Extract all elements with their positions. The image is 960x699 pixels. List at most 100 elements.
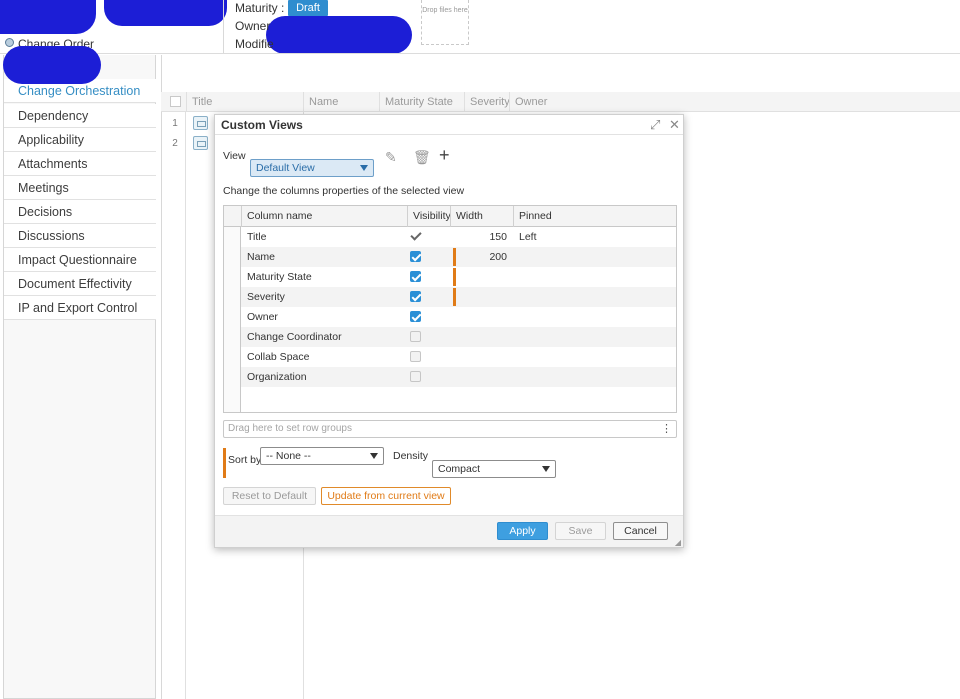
column-name-cell: Severity: [247, 291, 285, 303]
visibility-checkbox[interactable]: [410, 351, 421, 362]
density-label: Density: [393, 450, 429, 462]
sidebar-item-ip-export-control[interactable]: IP and Export Control: [4, 296, 156, 320]
sort-select[interactable]: -- None --: [260, 447, 384, 465]
column-name-cell: Title: [247, 231, 267, 243]
table-row-gutter: [224, 227, 241, 412]
chevron-down-icon: [542, 466, 550, 472]
change-action-icon[interactable]: [193, 136, 208, 150]
visibility-checkbox[interactable]: [410, 311, 421, 322]
header-width: Width: [450, 206, 513, 227]
column-name-cell: Maturity State: [247, 271, 312, 283]
grid-divider: [185, 112, 186, 699]
expand-icon[interactable]: ⤢: [650, 117, 660, 133]
header-pinned: Pinned: [513, 206, 676, 227]
sidebar-item-decisions[interactable]: Decisions: [4, 200, 156, 224]
modified-label: Modifie: [235, 37, 274, 51]
table-row[interactable]: Severity: [241, 287, 676, 307]
grid-col-severity[interactable]: Severity: [464, 92, 510, 112]
select-all-checkbox[interactable]: [170, 96, 181, 107]
redacted-block: [266, 16, 412, 54]
table-row[interactable]: Organization: [241, 367, 676, 387]
visibility-checkbox[interactable]: [410, 331, 421, 342]
visibility-checkbox[interactable]: [410, 291, 421, 302]
table-row[interactable]: Title 150 Left: [241, 227, 676, 247]
view-label: View: [223, 150, 246, 162]
change-action-icon[interactable]: [193, 116, 208, 130]
maturity-badge[interactable]: Draft: [288, 0, 328, 16]
sidebar-item-dependency[interactable]: Dependency: [4, 104, 156, 128]
header-column-name: Column name: [241, 206, 407, 227]
density-select-value: Compact: [438, 463, 481, 475]
sidebar-item-attachments[interactable]: Attachments: [4, 152, 156, 176]
chevron-down-icon: [370, 453, 378, 459]
table-row[interactable]: Owner: [241, 307, 676, 327]
resize-grip-icon[interactable]: ◢: [675, 538, 681, 547]
instructions-text: Change the columns properties of the sel…: [223, 185, 465, 197]
chevron-down-icon: [360, 165, 368, 171]
row-number: 1: [172, 118, 178, 129]
sort-highlight-bar: [223, 448, 226, 478]
custom-views-dialog: Custom Views ⤢ ✕ View Default View ✎ 🗑 +…: [214, 114, 684, 548]
update-from-current-view-button[interactable]: Update from current view: [321, 487, 451, 505]
sort-select-value: -- None --: [266, 450, 311, 462]
view-select-value: Default View: [256, 162, 315, 174]
sidebar: Change Orchestration Dependency Applicab…: [3, 55, 156, 699]
sidebar-item-impact-questionnaire[interactable]: Impact Questionnaire: [4, 248, 156, 272]
density-select[interactable]: Compact: [432, 460, 556, 478]
columns-table-header: Column name Visibility Width Pinned: [224, 206, 676, 227]
header-divider: [223, 0, 224, 53]
table-row[interactable]: Change Coordinator: [241, 327, 676, 347]
column-name-cell: Organization: [247, 371, 307, 383]
redacted-block: [0, 0, 96, 34]
column-name-cell: Name: [247, 251, 276, 263]
view-select[interactable]: Default View: [250, 159, 374, 177]
column-name-cell: Collab Space: [247, 351, 310, 363]
add-plus-icon[interactable]: +: [439, 145, 450, 166]
sidebar-item-document-effectivity[interactable]: Document Effectivity: [4, 272, 156, 296]
save-button[interactable]: Save: [555, 522, 606, 540]
visibility-checkbox[interactable]: [410, 271, 421, 282]
table-row[interactable]: Maturity State: [241, 267, 676, 287]
sidebar-item-discussions[interactable]: Discussions: [4, 224, 156, 248]
apply-button[interactable]: Apply: [497, 522, 548, 540]
redacted-block: [3, 46, 101, 84]
edit-pencil-icon[interactable]: ✎: [385, 149, 397, 166]
columns-table: Column name Visibility Width Pinned Titl…: [223, 205, 677, 413]
redacted-block: [104, 0, 227, 26]
column-name-cell: Owner: [247, 311, 278, 323]
header-visibility: Visibility: [407, 206, 451, 227]
sort-label: Sort by: [228, 454, 262, 466]
grid-col-maturity-state[interactable]: Maturity State: [379, 92, 464, 112]
table-row[interactable]: Collab Space: [241, 347, 676, 367]
dialog-title: Custom Views: [221, 118, 303, 132]
object-type-icon: [5, 38, 14, 47]
header-border: [0, 53, 960, 54]
locked-check-icon: [409, 230, 421, 242]
visibility-checkbox[interactable]: [410, 371, 421, 382]
trash-icon[interactable]: 🗑: [413, 149, 431, 166]
sidebar-item-applicability[interactable]: Applicability: [4, 128, 156, 152]
grid-col-owner[interactable]: Owner: [509, 92, 589, 112]
column-pinned-cell[interactable]: Left: [519, 227, 537, 247]
grid-col-title[interactable]: Title: [186, 92, 303, 112]
sidebar-item-meetings[interactable]: Meetings: [4, 176, 156, 200]
width-resize-handle[interactable]: [453, 268, 456, 286]
owner-label: Owner: [235, 19, 271, 33]
width-resize-handle[interactable]: [453, 288, 456, 306]
column-width-cell[interactable]: 150: [451, 227, 507, 247]
column-name-cell: Change Coordinator: [247, 331, 342, 343]
maturity-label: Maturity :: [235, 1, 285, 15]
cancel-button[interactable]: Cancel: [613, 522, 668, 540]
column-width-cell[interactable]: 200: [451, 247, 507, 267]
reset-to-default-button[interactable]: Reset to Default: [223, 487, 316, 505]
row-number: 2: [172, 138, 178, 149]
row-groups-placeholder: Drag here to set row groups: [228, 423, 352, 434]
more-options-icon[interactable]: ⋮: [661, 421, 672, 437]
file-drop-zone[interactable]: Drop files here: [421, 0, 469, 45]
row-groups-dropzone[interactable]: Drag here to set row groups ⋮: [223, 420, 677, 438]
table-row[interactable]: Name 200: [241, 247, 676, 267]
visibility-checkbox[interactable]: [410, 251, 421, 262]
dialog-footer: Apply Save Cancel ◢: [215, 515, 683, 547]
close-icon[interactable]: ✕: [669, 117, 680, 133]
grid-col-name[interactable]: Name: [303, 92, 379, 112]
